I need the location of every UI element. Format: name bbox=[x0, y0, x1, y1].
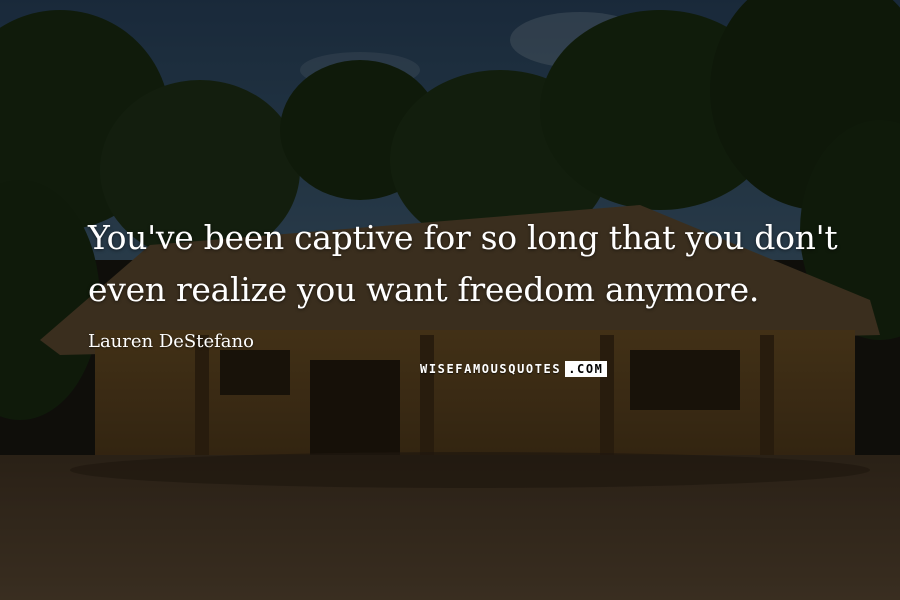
quote-image: You've been captive for so long that you… bbox=[0, 0, 900, 600]
watermark-site: WISEFAMOUSQUOTES bbox=[420, 362, 562, 376]
watermark-tld: .COM bbox=[565, 361, 607, 377]
site-watermark: WISEFAMOUSQUOTES .COM bbox=[420, 361, 607, 377]
quote-text: You've been captive for so long that you… bbox=[88, 218, 838, 309]
quote-author: Lauren DeStefano bbox=[88, 331, 254, 352]
